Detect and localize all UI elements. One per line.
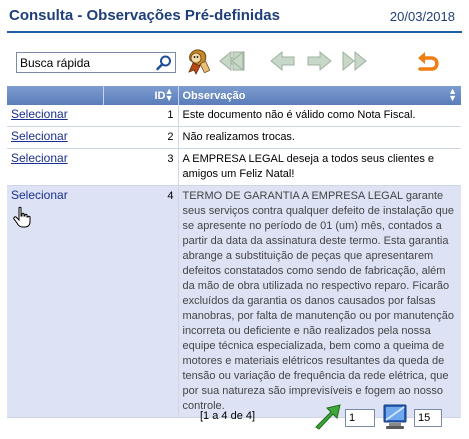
select-link[interactable]: Selecionar — [11, 129, 68, 143]
quick-search — [16, 52, 176, 73]
prev-page-icon[interactable] — [268, 49, 296, 73]
column-header-observacao[interactable]: Observação ▲ ▼ — [178, 86, 461, 105]
record-range: [1 a 4 de 4] — [200, 410, 256, 422]
page-title: Consulta - Observações Pré-definidas — [9, 7, 280, 24]
row-id: 4 — [103, 185, 179, 418]
row-observacao: Este documento não é válido como Nota Fi… — [178, 105, 461, 127]
page-number-input[interactable] — [345, 409, 375, 427]
pagination-bar: [1 a 4 de 4] — [0, 400, 469, 436]
column-header-action — [7, 86, 104, 105]
row-observacao: Não realizamos trocas. — [178, 126, 461, 149]
table-row: Selecionar 2 Não realizamos trocas. — [7, 126, 461, 149]
go-to-page-icon[interactable] — [313, 403, 343, 431]
last-page-icon[interactable] — [340, 49, 368, 73]
first-page-icon[interactable] — [218, 49, 246, 73]
select-link[interactable]: Selecionar — [11, 107, 68, 121]
current-date: 20/03/2018 — [389, 9, 455, 24]
search-icon[interactable] — [155, 54, 173, 72]
sort-icon[interactable]: ▲ ▼ — [165, 87, 174, 103]
next-page-icon[interactable] — [306, 49, 334, 73]
hand-cursor-icon — [13, 206, 31, 228]
select-link[interactable]: Selecionar — [11, 151, 68, 165]
row-id: 1 — [103, 105, 179, 127]
mascot-icon[interactable] — [182, 46, 212, 76]
select-link[interactable]: Selecionar — [11, 188, 68, 202]
row-id: 2 — [103, 126, 179, 149]
page-header: Consulta - Observações Pré-definidas 20/… — [0, 0, 469, 34]
toolbar — [0, 44, 469, 80]
row-id: 3 — [103, 148, 179, 186]
header-divider — [7, 31, 462, 33]
column-label-observacao: Observação — [182, 89, 246, 102]
table-header-row: ID ▲ ▼ Observação ▲ ▼ — [7, 86, 461, 105]
table-row: Selecionar 4 TERMO DE GARANTIA A EMPRESA… — [7, 185, 461, 418]
search-input[interactable] — [17, 53, 149, 72]
row-observacao: A EMPRESA LEGAL deseja a todos seus clie… — [178, 148, 461, 186]
back-icon[interactable] — [414, 49, 442, 75]
table-row: Selecionar 1 Este documento não é válido… — [7, 105, 461, 127]
monitor-icon[interactable] — [380, 402, 410, 432]
rows-per-page-input[interactable] — [414, 409, 442, 427]
observations-table: ID ▲ ▼ Observação ▲ ▼ Selecionar 1 Este do… — [7, 86, 461, 418]
column-header-id[interactable]: ID ▲ ▼ — [103, 86, 179, 105]
table-row: Selecionar 3 A EMPRESA LEGAL deseja a to… — [7, 148, 461, 186]
sort-icon[interactable]: ▲ ▼ — [448, 87, 457, 103]
row-observacao: TERMO DE GARANTIA A EMPRESA LEGAL garant… — [178, 185, 461, 418]
